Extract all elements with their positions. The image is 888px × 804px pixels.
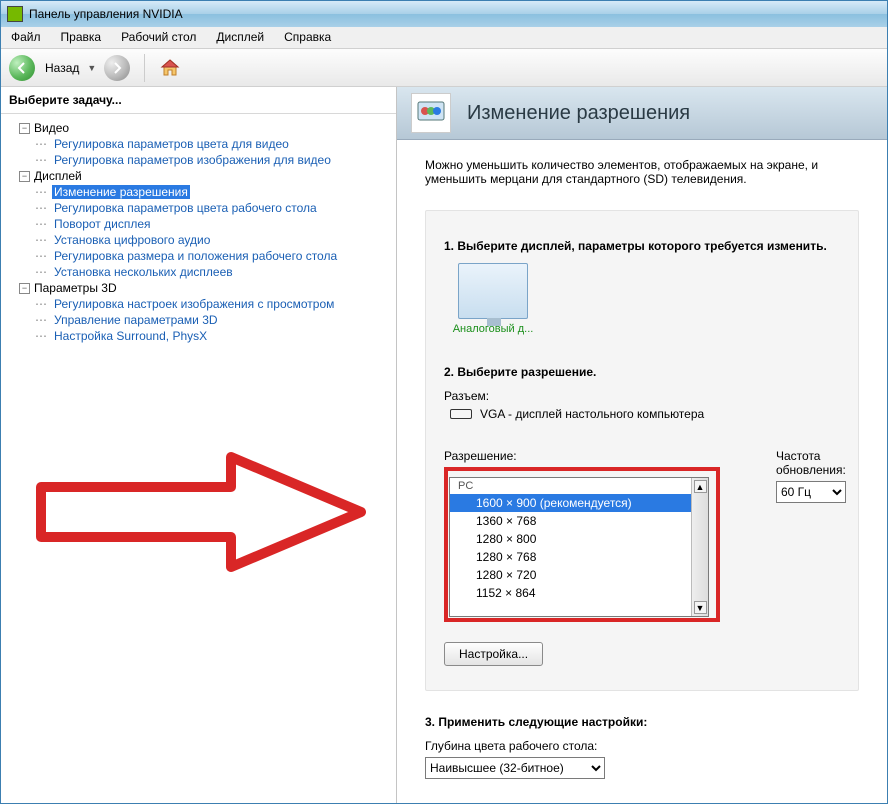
scroll-up-icon[interactable]: ▲ [694,480,707,493]
tree-link-rotate[interactable]: Поворот дисплея [52,217,153,231]
page-description: Можно уменьшить количество элементов, от… [425,158,859,186]
color-depth-label: Глубина цвета рабочего стола: [425,739,859,753]
annotation-arrow-icon [31,447,371,577]
menu-bar: Файл Правка Рабочий стол Дисплей Справка [1,27,887,49]
tree-link-multi-display[interactable]: Установка нескольких дисплеев [52,265,235,279]
step2-title: 2. Выберите разрешение. [444,365,840,379]
resolution-option[interactable]: 1360 × 768 [450,512,691,530]
step3-title: 3. Применить следующие настройки: [425,715,859,729]
tree-node-display[interactable]: − Дисплей [19,168,392,184]
page-title: Изменение разрешения [467,102,690,125]
page-header: Изменение разрешения [397,87,887,140]
connector-label: Разъем: [444,389,840,403]
refresh-select[interactable]: 60 Гц [776,481,846,503]
back-button[interactable] [9,55,35,81]
resolution-group-label: PC [450,478,691,494]
nav-toolbar: Назад ▼ [1,49,887,87]
annotation-highlight-box: PC 1600 × 900 (рекомендуется) 1360 × 768… [444,467,720,622]
resolution-label: Разрешение: [444,449,720,463]
tree-link-change-resolution[interactable]: Изменение разрешения [52,185,190,199]
tree-link-3d-surround[interactable]: Настройка Surround, PhysX [52,329,209,343]
refresh-label: Частота обновления: [776,449,846,477]
tree-link-3d-manage[interactable]: Управление параметрами 3D [52,313,220,327]
color-depth-select[interactable]: Наивысшее (32-битное) [425,757,605,779]
tree-link-video-color[interactable]: Регулировка параметров цвета для видео [52,137,291,151]
title-bar: Панель управления NVIDIA [1,1,887,27]
tree-node-video[interactable]: − Видео [19,120,392,136]
collapse-icon[interactable]: − [19,171,30,182]
page-header-icon [411,93,451,133]
scrollbar[interactable]: ▲ ▼ [691,478,708,616]
collapse-icon[interactable]: − [19,283,30,294]
back-dropdown-icon[interactable]: ▼ [87,63,96,73]
back-label: Назад [45,61,79,75]
tree-link-digital-audio[interactable]: Установка цифрового аудио [52,233,212,247]
menu-edit[interactable]: Правка [51,27,112,48]
app-icon [7,6,23,22]
menu-desktop[interactable]: Рабочий стол [111,27,206,48]
menu-display[interactable]: Дисплей [206,27,274,48]
forward-button[interactable] [104,55,130,81]
resolution-listbox[interactable]: PC 1600 × 900 (рекомендуется) 1360 × 768… [449,477,709,617]
tree-node-3d[interactable]: − Параметры 3D [19,280,392,296]
tree-link-size-position[interactable]: Регулировка размера и положения рабочего… [52,249,339,263]
menu-help[interactable]: Справка [274,27,341,48]
resolution-option[interactable]: 1280 × 720 [450,566,691,584]
resolution-option[interactable]: 1280 × 768 [450,548,691,566]
toolbar-divider [144,54,145,82]
tree-link-video-image[interactable]: Регулировка параметров изображения для в… [52,153,333,167]
task-header: Выберите задачу... [1,87,396,114]
window-title: Панель управления NVIDIA [29,7,183,21]
tree-link-desktop-color[interactable]: Регулировка параметров цвета рабочего ст… [52,201,319,215]
monitor-icon [458,263,528,319]
connector-value: VGA - дисплей настольного компьютера [480,407,704,421]
display-tile[interactable]: Аналоговый д... [444,263,542,335]
vga-icon [450,409,472,419]
customize-button[interactable]: Настройка... [444,642,543,666]
resolution-option[interactable]: 1152 × 864 [450,584,691,602]
home-icon[interactable] [159,57,181,79]
step1-title: 1. Выберите дисплей, параметры которого … [444,239,840,253]
scroll-down-icon[interactable]: ▼ [694,601,707,614]
tree-link-3d-preview[interactable]: Регулировка настроек изображения с просм… [52,297,336,311]
resolution-option[interactable]: 1600 × 900 (рекомендуется) [450,494,691,512]
resolution-option[interactable]: 1280 × 800 [450,530,691,548]
menu-file[interactable]: Файл [1,27,51,48]
collapse-icon[interactable]: − [19,123,30,134]
